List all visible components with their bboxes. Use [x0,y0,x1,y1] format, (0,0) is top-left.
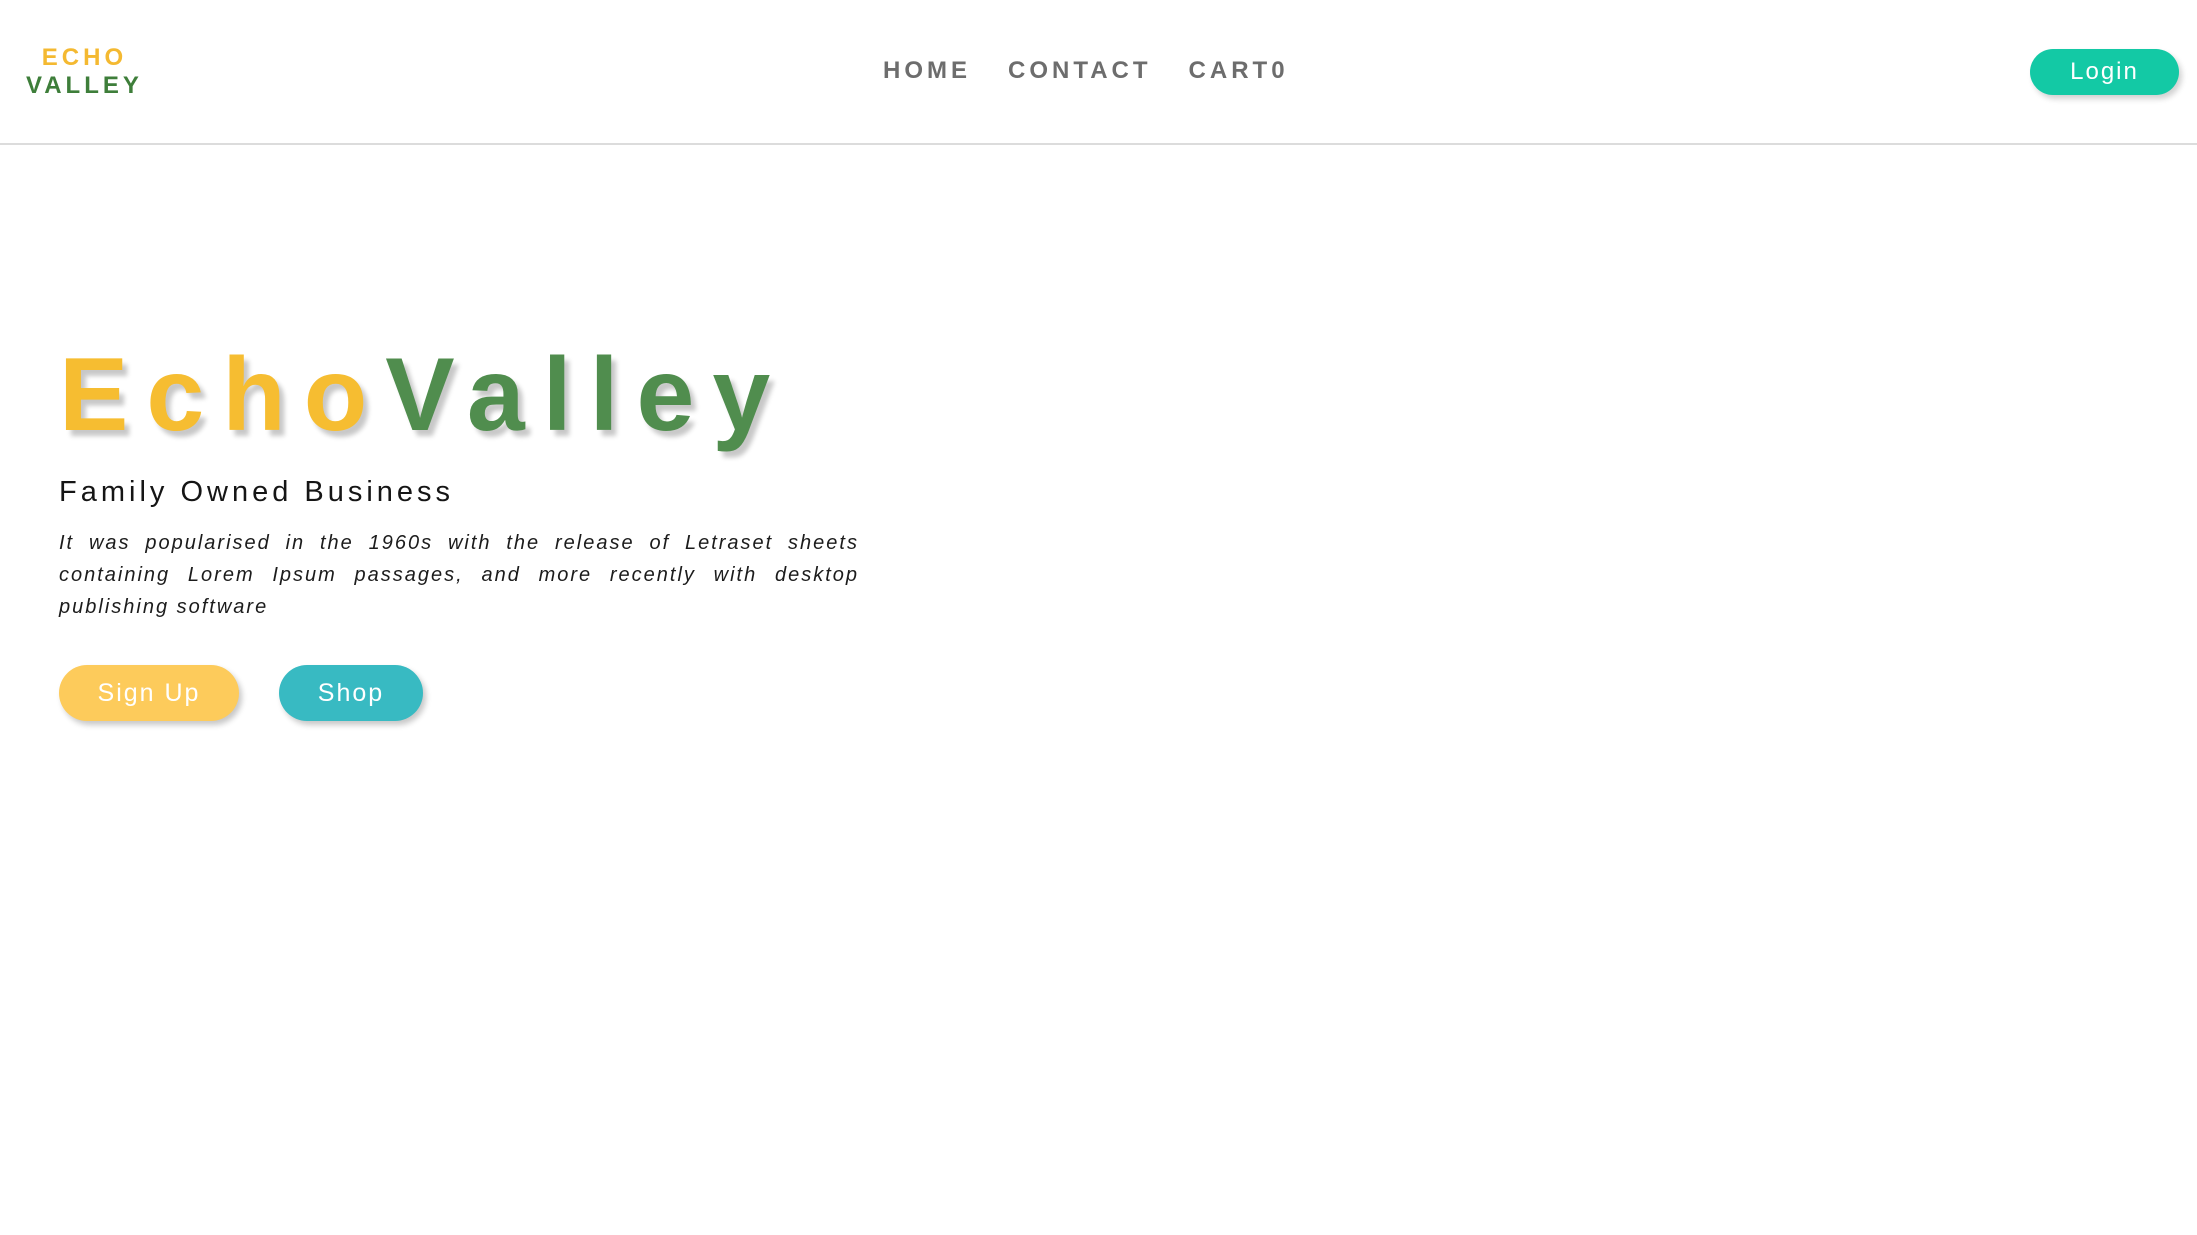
cart-count: 0 [1271,57,1287,84]
nav-link-contact[interactable]: CONTACT [1008,56,1152,86]
hero-description: It was popularised in the 1960s with the… [59,532,859,618]
hero-title: EchoValley [59,335,859,455]
sign-up-button[interactable]: Sign Up [59,665,239,721]
main-nav: HOME CONTACT CART0 [883,56,1324,86]
hero-subtitle: Family Owned Business [59,476,455,508]
brand-logo-valley: VALLEY [26,72,143,99]
hero-buttons: Sign Up Shop [59,665,859,721]
brand-logo[interactable]: ECHO VALLEY [26,44,143,100]
hero-title-echo: Echo [59,337,386,453]
brand-logo-echo: ECHO [41,44,128,71]
login-button[interactable]: Login [2030,49,2179,95]
nav-link-home[interactable]: HOME [883,56,971,86]
hero-title-valley: Valley [385,337,789,453]
nav-link-cart-label: CART [1188,57,1272,84]
nav-link-cart[interactable]: CART0 [1189,56,1287,86]
navbar: ECHO VALLEY HOME CONTACT CART0 Login [0,0,2197,145]
hero-section: EchoValley Family Owned Business It was … [59,335,859,721]
shop-button[interactable]: Shop [279,665,423,721]
